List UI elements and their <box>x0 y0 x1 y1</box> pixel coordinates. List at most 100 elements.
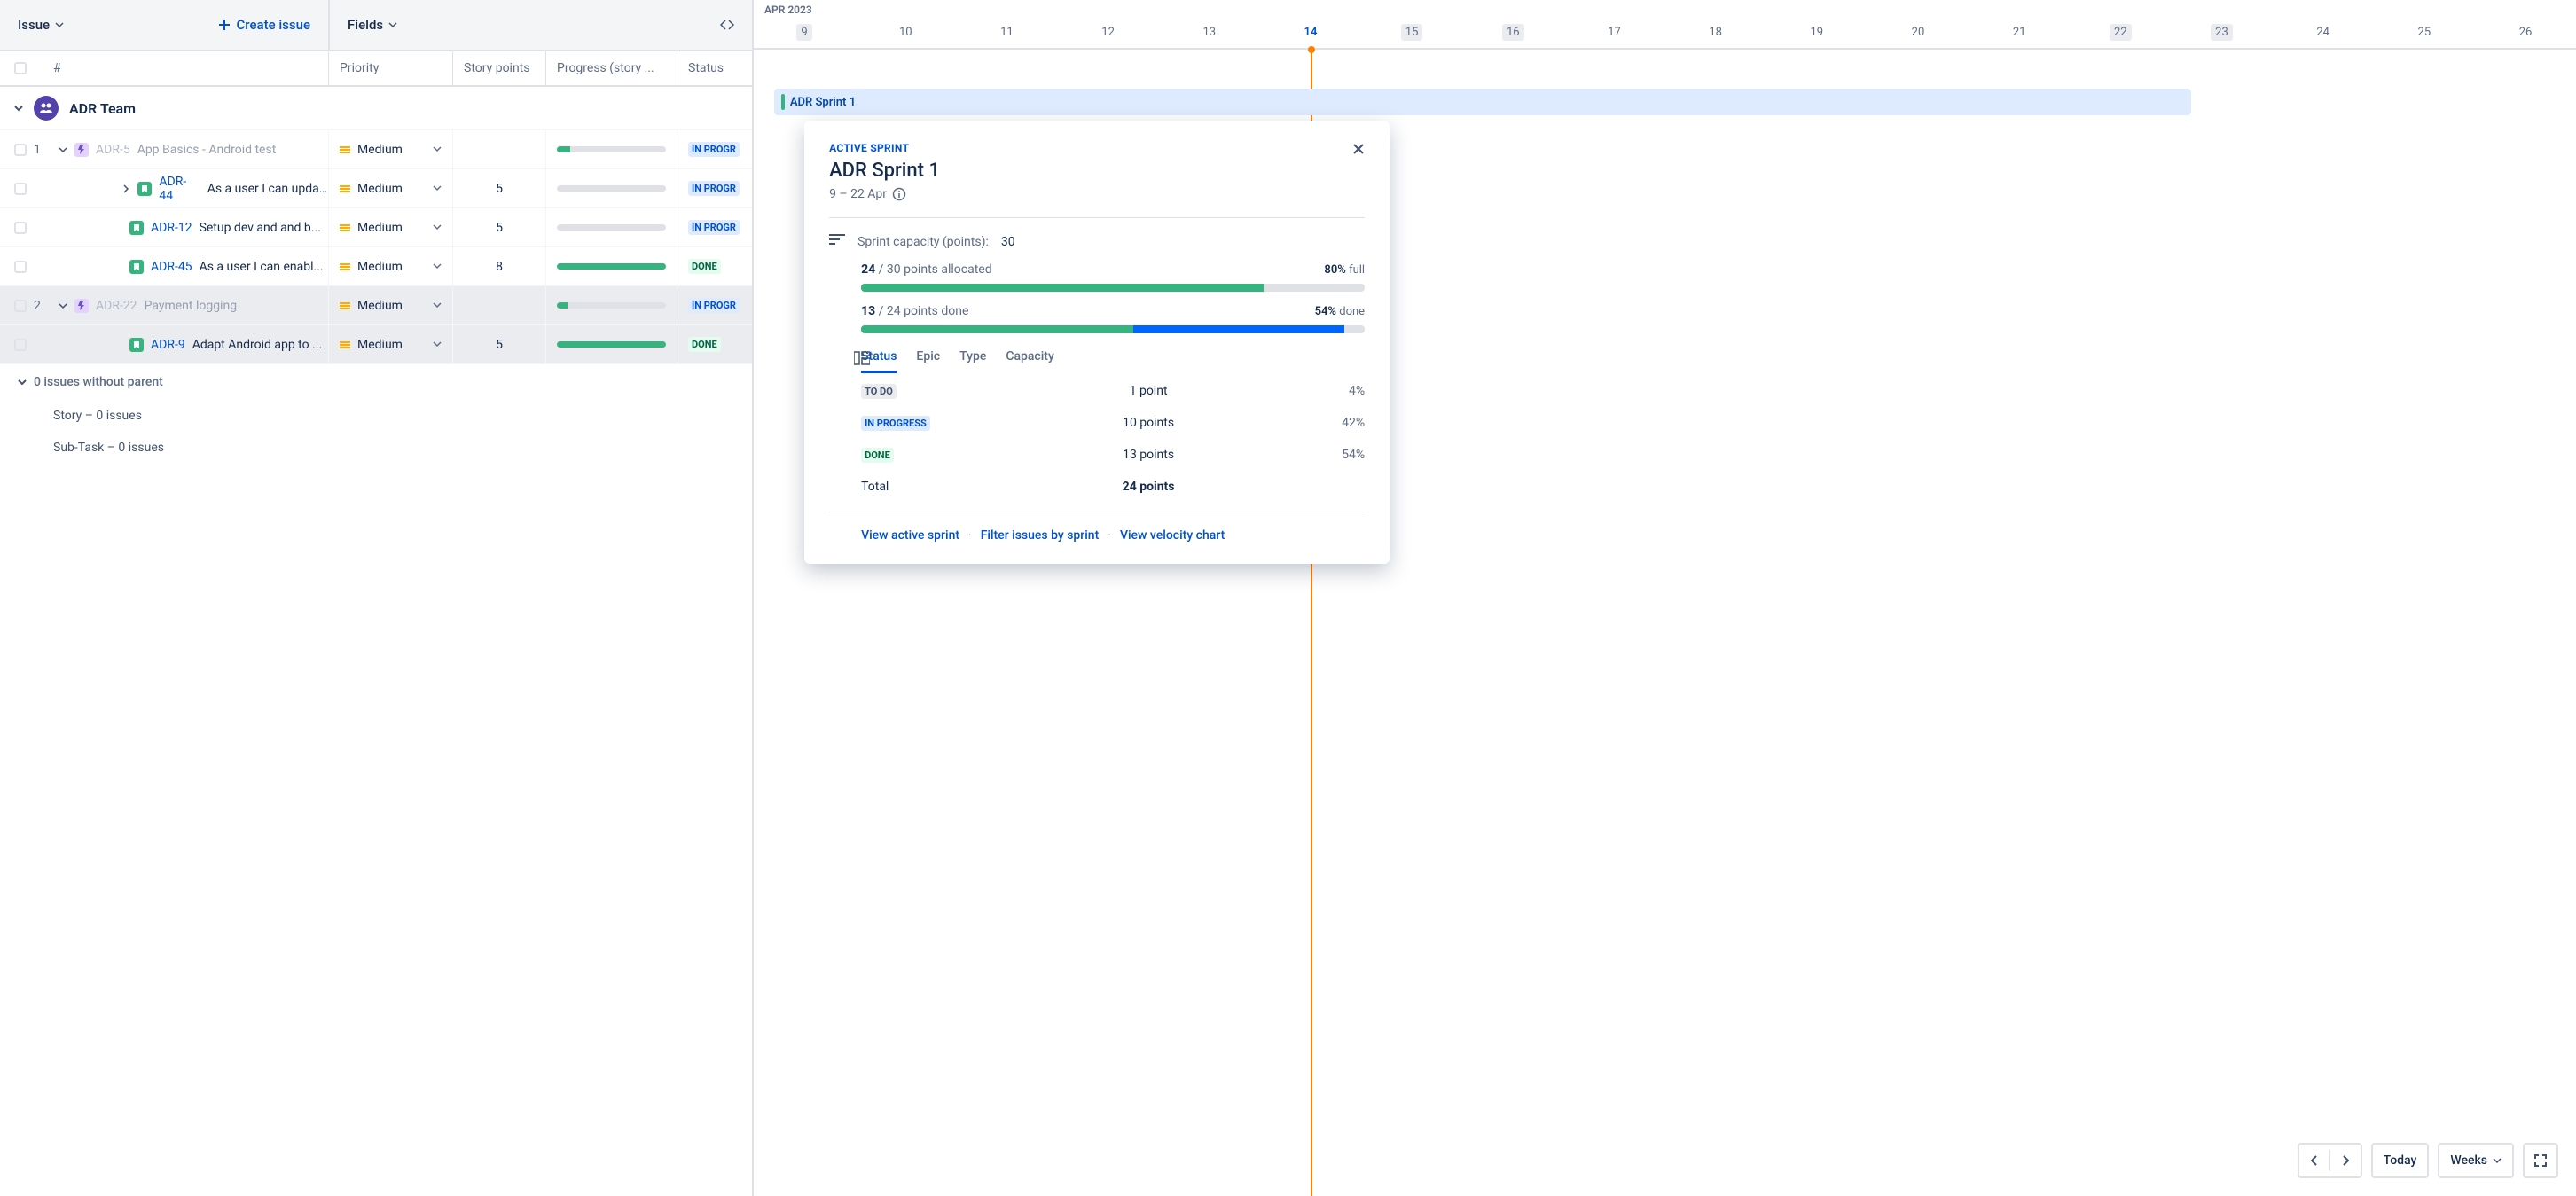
status-badge: TO DO <box>861 384 897 399</box>
issue-row[interactable]: ADR-9 Adapt Android app to ... Medium 5 … <box>0 325 752 364</box>
issue-title: As a user I can enabl... <box>200 260 324 274</box>
day-cell[interactable]: 21 <box>1969 24 2070 41</box>
issue-dropdown[interactable]: Issue <box>18 17 64 33</box>
day-cell[interactable]: 9 <box>754 24 855 41</box>
priority-dropdown[interactable] <box>433 338 442 352</box>
priority-dropdown[interactable] <box>433 143 442 157</box>
popover-link[interactable]: View velocity chart <box>1120 528 1225 543</box>
row-number: 2 <box>34 299 44 313</box>
issue-row[interactable]: ADR-45 As a user I can enabl... Medium 8… <box>0 247 752 286</box>
today-button[interactable]: Today <box>2373 1146 2428 1175</box>
next-button[interactable] <box>2330 1148 2361 1173</box>
capacity-icon <box>829 234 845 250</box>
issue-row[interactable]: 1 ADR-5 App Basics - Android test Medium… <box>0 130 752 169</box>
unit-dropdown[interactable]: Weeks <box>2439 1146 2512 1175</box>
status-badge[interactable]: DONE <box>688 259 721 274</box>
story-icon <box>129 260 144 274</box>
tab-type[interactable]: Type <box>959 349 986 373</box>
day-cell[interactable]: 25 <box>2374 24 2475 41</box>
fullscreen-button[interactable] <box>2523 1143 2558 1178</box>
row-checkbox[interactable] <box>14 222 27 234</box>
day-cell[interactable]: 20 <box>1867 24 1969 41</box>
tab-epic[interactable]: Epic <box>916 349 940 373</box>
priority-dropdown[interactable] <box>433 299 442 313</box>
day-cell[interactable]: 14 <box>1260 24 1361 41</box>
popover-link[interactable]: Filter issues by sprint <box>981 528 1100 543</box>
day-cell[interactable]: 24 <box>2273 24 2374 41</box>
create-issue-label: Create issue <box>237 17 310 33</box>
fields-dropdown[interactable]: Fields <box>348 17 397 33</box>
story-zero-label: Story – 0 issues <box>0 400 752 432</box>
tab-capacity[interactable]: Capacity <box>1006 349 1054 373</box>
issue-key[interactable]: ADR-22 <box>96 299 137 313</box>
priority-dropdown[interactable] <box>433 260 442 274</box>
collapse-panel-icon[interactable] <box>720 17 734 34</box>
day-cell[interactable]: 10 <box>855 24 956 41</box>
priority-medium-icon <box>340 341 350 348</box>
row-checkbox[interactable] <box>14 261 27 273</box>
popover-link[interactable]: View active sprint <box>861 528 959 543</box>
stat-points: 1 point <box>1130 384 1168 398</box>
sprint-popover: ACTIVE SPRINT ADR Sprint 1 9 – 22 Apr <box>804 121 1390 564</box>
day-cell[interactable]: 22 <box>2070 24 2171 41</box>
issue-key[interactable]: ADR-9 <box>151 338 185 352</box>
epic-icon <box>74 143 89 157</box>
prev-button[interactable] <box>2299 1148 2329 1173</box>
priority-dropdown[interactable] <box>433 221 442 235</box>
issue-row[interactable]: ADR-12 Setup dev and and b... Medium 5 I… <box>0 208 752 247</box>
no-parent-group[interactable]: 0 issues without parent <box>0 364 752 400</box>
day-cell[interactable]: 13 <box>1159 24 1260 41</box>
close-button[interactable] <box>1352 142 1365 159</box>
issue-key[interactable]: ADR-5 <box>96 143 130 157</box>
status-badge[interactable]: IN PROGR <box>688 220 740 235</box>
stat-percent: 42% <box>1311 416 1365 430</box>
day-cell[interactable]: 16 <box>1462 24 1563 41</box>
create-issue-button[interactable]: Create issue <box>217 17 310 33</box>
status-badge[interactable]: IN PROGR <box>688 181 740 196</box>
day-cell[interactable]: 19 <box>1766 24 1867 41</box>
day-cell[interactable]: 11 <box>956 24 1057 41</box>
issue-row[interactable]: 2 ADR-22 Payment logging Medium IN PROGR <box>0 286 752 325</box>
priority-medium-icon <box>340 302 350 309</box>
team-row[interactable]: ADR Team <box>0 87 752 130</box>
allocated-label: 24 / 30 points allocated <box>861 262 992 277</box>
progress-bar <box>557 302 666 309</box>
priority-medium-icon <box>340 263 350 270</box>
issue-key[interactable]: ADR-12 <box>151 221 192 235</box>
row-checkbox[interactable] <box>14 144 27 156</box>
sprint-bar[interactable]: ADR Sprint 1 <box>774 89 2191 115</box>
popover-title: ADR Sprint 1 <box>829 160 940 182</box>
chevron-down-icon <box>18 378 27 387</box>
story-points <box>452 286 545 324</box>
progress-bar <box>557 185 666 192</box>
day-cell[interactable]: 15 <box>1361 24 1462 41</box>
day-cell[interactable]: 23 <box>2171 24 2272 41</box>
status-badge[interactable]: IN PROGR <box>688 298 740 313</box>
expand-toggle[interactable] <box>121 184 130 193</box>
day-cell[interactable]: 26 <box>2475 24 2576 41</box>
priority-dropdown[interactable] <box>433 182 442 196</box>
expand-toggle[interactable] <box>59 145 67 154</box>
day-cell[interactable]: 18 <box>1665 24 1766 41</box>
row-checkbox[interactable] <box>14 183 27 195</box>
row-checkbox[interactable] <box>14 300 27 312</box>
row-checkbox[interactable] <box>14 339 27 351</box>
issue-title: Setup dev and and b... <box>200 221 321 235</box>
columns-header: # Priority Story points Progress (story … <box>0 51 752 87</box>
status-badge[interactable]: DONE <box>688 337 721 352</box>
issue-key[interactable]: ADR-44 <box>159 175 200 203</box>
view-mode-icon[interactable] <box>854 351 870 369</box>
capacity-label: Sprint capacity (points): <box>857 235 989 249</box>
epic-icon <box>74 299 89 313</box>
info-icon[interactable] <box>892 187 906 201</box>
chevron-down-icon <box>2493 1156 2502 1165</box>
issue-row[interactable]: ADR-44 As a user I can upda... Medium 5 … <box>0 169 752 208</box>
status-badge[interactable]: IN PROGR <box>688 142 740 157</box>
issue-key[interactable]: ADR-45 <box>151 260 192 274</box>
expand-toggle[interactable] <box>59 301 67 310</box>
stat-percent: 4% <box>1311 384 1365 398</box>
team-avatar-icon <box>34 96 59 121</box>
day-cell[interactable]: 12 <box>1058 24 1159 41</box>
select-all-checkbox[interactable] <box>14 62 27 74</box>
day-cell[interactable]: 17 <box>1563 24 1664 41</box>
